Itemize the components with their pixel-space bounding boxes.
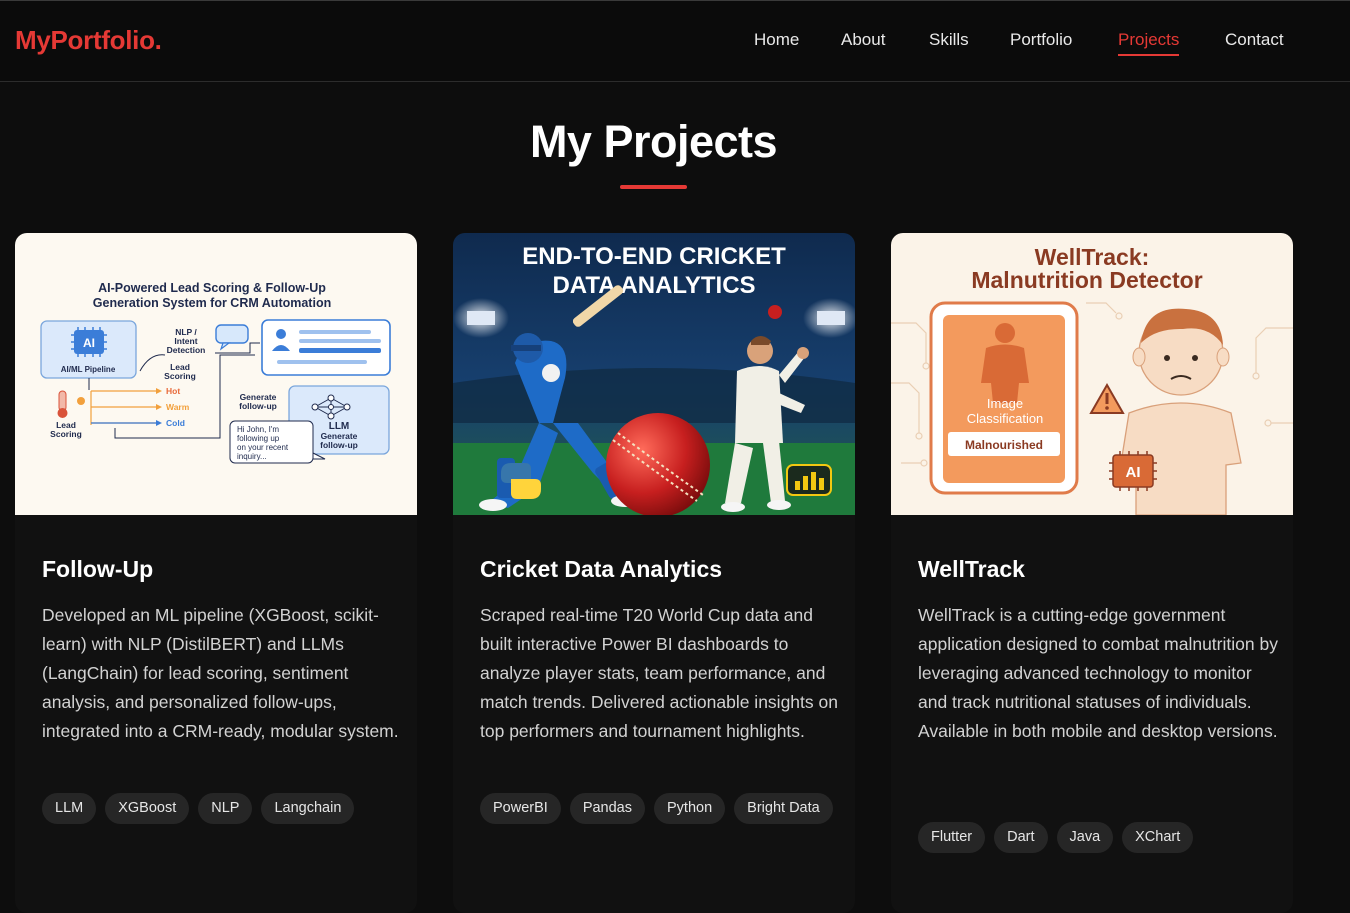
- project-card-welltrack[interactable]: WellTrack: Malnutrition Detector Image C…: [891, 233, 1293, 913]
- result-label: Malnourished: [965, 438, 1043, 452]
- project-title: Follow-Up: [42, 556, 154, 582]
- ai-pipeline-box: AI AI/ML Pipeline: [40, 320, 137, 379]
- nav-home[interactable]: Home: [754, 30, 799, 50]
- image-title-line1: AI-Powered Lead Scoring & Follow-Up: [98, 281, 326, 295]
- svg-text:on your recent: on your recent: [237, 443, 289, 452]
- project-image-cricket[interactable]: END-TO-END CRICKET DATA ANALYTICS: [453, 233, 855, 515]
- svg-text:Image: Image: [987, 396, 1023, 411]
- project-description: WellTrack is a cutting-edge government a…: [918, 605, 1278, 741]
- project-description: Developed an ML pipeline (XGBoost, sciki…: [42, 605, 399, 741]
- site-header: MyPortfolio. Home About Skills Portfolio…: [0, 1, 1350, 82]
- tag-bright-data: Bright Data: [734, 793, 833, 824]
- project-image-welltrack[interactable]: WellTrack: Malnutrition Detector Image C…: [891, 233, 1293, 515]
- project-title: Cricket Data Analytics: [480, 556, 723, 582]
- tag-java: Java: [1056, 822, 1114, 853]
- svg-text:Scoring: Scoring: [50, 429, 82, 439]
- ai-chip-icon: AI: [1109, 451, 1157, 491]
- welltrack-title-line2: Malnutrition Detector: [971, 267, 1202, 293]
- svg-text:following up: following up: [237, 434, 280, 443]
- project-card-follow-up[interactable]: AI-Powered Lead Scoring & Follow-Up Gene…: [15, 233, 417, 913]
- ai-chip-label: AI: [83, 336, 95, 350]
- tag-xchart: XChart: [1122, 822, 1194, 853]
- tag-powerbi: PowerBI: [480, 793, 561, 824]
- powerbi-logo-icon: [786, 464, 832, 496]
- nav-contact[interactable]: Contact: [1225, 30, 1284, 50]
- nav-skills[interactable]: Skills: [929, 30, 969, 50]
- tag-list: PowerBI Pandas Python Bright Data: [480, 793, 840, 824]
- phone-mockup: Image Classification Malnourished: [929, 301, 1079, 495]
- tag-flutter: Flutter: [918, 822, 986, 853]
- svg-text:Classification: Classification: [967, 411, 1044, 426]
- project-image-follow-up[interactable]: AI-Powered Lead Scoring & Follow-Up Gene…: [15, 233, 417, 515]
- nav-projects[interactable]: Projects: [1118, 30, 1180, 56]
- svg-text:Detection: Detection: [167, 345, 206, 355]
- main-nav: Home About Skills Portfolio Projects Con…: [0, 30, 1350, 60]
- svg-text:Warm: Warm: [166, 402, 190, 412]
- svg-text:inquiry...: inquiry...: [237, 452, 267, 461]
- nav-about[interactable]: About: [841, 30, 885, 50]
- svg-text:follow-up: follow-up: [320, 440, 358, 450]
- tag-langchain: Langchain: [261, 793, 355, 824]
- svg-text:Hi John, I'm: Hi John, I'm: [237, 425, 279, 434]
- tag-list: Flutter Dart Java XChart: [918, 822, 1278, 853]
- image-title-line2: Generation System for CRM Automation: [93, 296, 331, 310]
- pipeline-label: AI/ML Pipeline: [61, 365, 116, 374]
- cricket-title-line2: DATA ANALYTICS: [552, 272, 755, 299]
- svg-text:AI: AI: [1126, 464, 1141, 481]
- project-title: WellTrack: [918, 556, 1025, 582]
- cricket-title-line1: END-TO-END CRICKET: [522, 243, 786, 270]
- tag-list: LLM XGBoost NLP Langchain: [42, 793, 402, 824]
- project-description: Scraped real-time T20 World Cup data and…: [480, 605, 838, 741]
- svg-text:Hot: Hot: [166, 386, 180, 396]
- tag-llm: LLM: [42, 793, 97, 824]
- tag-python: Python: [654, 793, 726, 824]
- tag-nlp: NLP: [198, 793, 253, 824]
- section-title: My Projects: [529, 116, 778, 167]
- svg-text:Cold: Cold: [166, 418, 185, 428]
- tag-xgboost: XGBoost: [105, 793, 190, 824]
- svg-text:follow-up: follow-up: [239, 401, 277, 411]
- nav-portfolio[interactable]: Portfolio: [1010, 30, 1072, 50]
- tag-dart: Dart: [994, 822, 1048, 853]
- project-card-cricket[interactable]: END-TO-END CRICKET DATA ANALYTICS Cricke…: [453, 233, 855, 913]
- title-underline: [620, 185, 687, 189]
- tag-pandas: Pandas: [569, 793, 645, 824]
- svg-text:Scoring: Scoring: [164, 371, 196, 381]
